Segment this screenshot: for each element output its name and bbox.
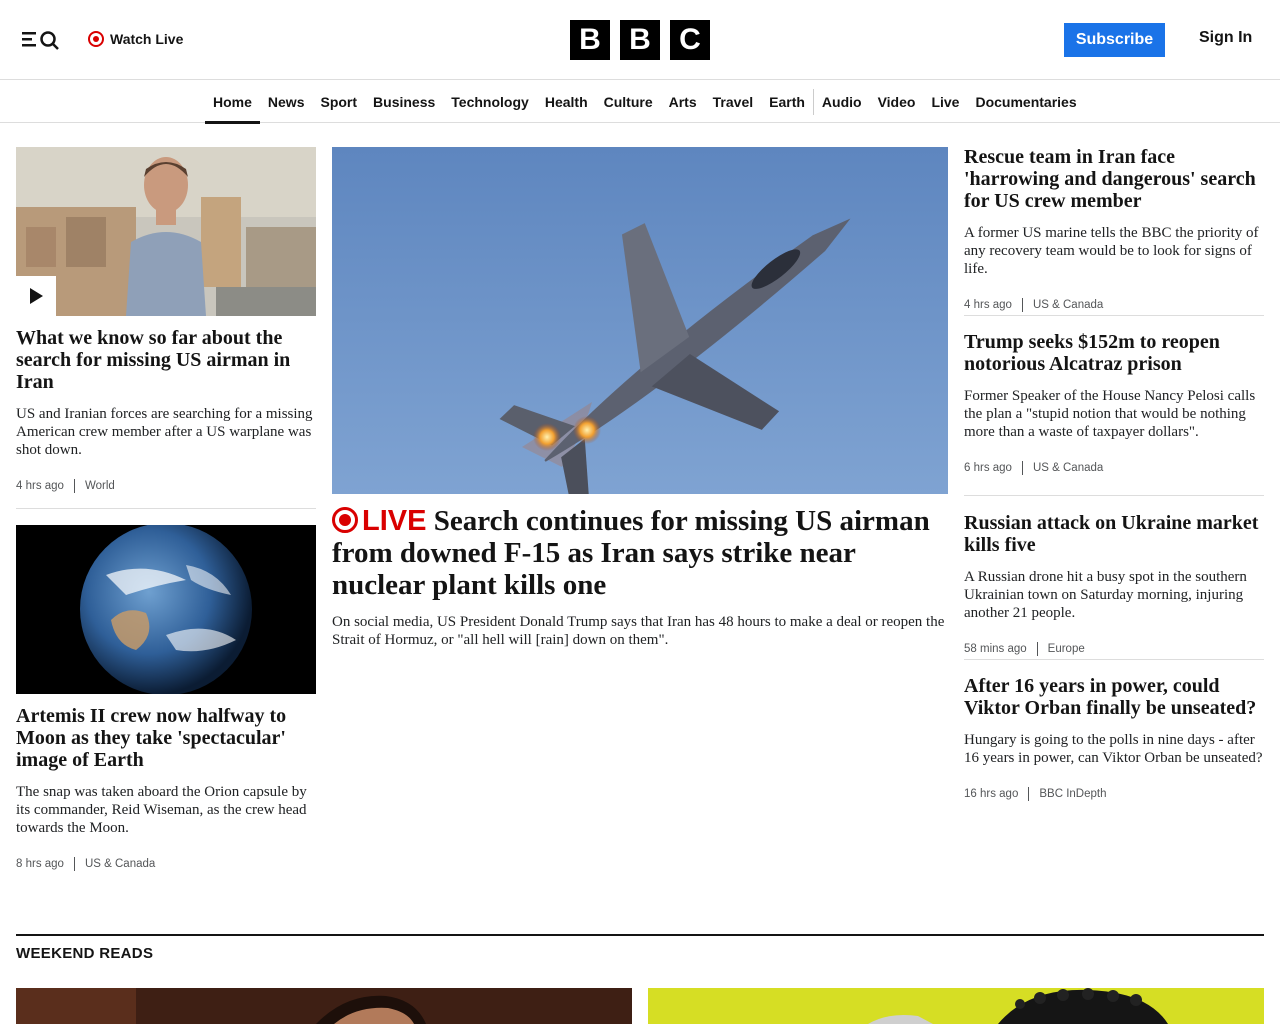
menu-search-button[interactable] [20, 26, 62, 52]
story-section[interactable]: US & Canada [1033, 462, 1103, 474]
meta-divider [73, 857, 75, 871]
section-rule [16, 934, 1264, 936]
hero-summary: On social media, US President Donald Tru… [332, 614, 945, 648]
section-title: WEEKEND READS [16, 945, 154, 962]
watch-live-label: Watch Live [110, 31, 184, 47]
story-section[interactable]: World [85, 480, 115, 492]
nav-item-home[interactable]: Home [205, 81, 260, 124]
story-divider [964, 495, 1264, 496]
nav-item-business[interactable]: Business [365, 81, 443, 123]
nav-item-news[interactable]: News [260, 81, 313, 123]
logo-letter: B [620, 20, 660, 60]
live-icon [332, 507, 358, 533]
story-divider [964, 659, 1264, 660]
meta-divider [1028, 787, 1030, 801]
story-time: 8 hrs ago [16, 858, 64, 870]
sign-in-button[interactable]: Sign In [1199, 29, 1252, 47]
meta-divider [1021, 298, 1023, 312]
story-meta: 16 hrs ago BBC InDepth [964, 787, 1264, 801]
nav-item-health[interactable]: Health [537, 81, 596, 123]
story-headline[interactable]: Artemis II crew now halfway to Moon as t… [16, 705, 316, 771]
story-meta: 4 hrs ago World [16, 479, 316, 493]
nav-item-audio[interactable]: Audio [814, 81, 870, 123]
story-time: 16 hrs ago [964, 788, 1019, 800]
story-card: After 16 years in power, could Viktor Or… [964, 675, 1264, 801]
bbc-logo[interactable]: B B C [570, 20, 710, 60]
story-summary: Former Speaker of the House Nancy Pelosi… [964, 388, 1256, 440]
nav-item-video[interactable]: Video [870, 81, 924, 123]
main-nav: Home News Sport Business Technology Heal… [0, 81, 1280, 124]
weekend-photo [16, 988, 632, 1024]
story-card: What we know so far about the search for… [16, 327, 316, 493]
story-card: Russian attack on Ukraine market kills f… [964, 512, 1264, 656]
nav-item-culture[interactable]: Culture [596, 81, 661, 123]
nav-item-arts[interactable]: Arts [661, 81, 705, 123]
story-section[interactable]: US & Canada [85, 858, 155, 870]
story-divider [964, 315, 1264, 316]
story-headline[interactable]: What we know so far about the search for… [16, 327, 316, 393]
nav-item-travel[interactable]: Travel [705, 81, 761, 123]
nav-item-earth[interactable]: Earth [761, 81, 813, 123]
story-headline[interactable]: Trump seeks $152m to reopen notorious Al… [964, 331, 1264, 375]
logo-letter: B [570, 20, 610, 60]
story-image-correspondent[interactable] [16, 147, 316, 316]
story-headline[interactable]: Russian attack on Ukraine market kills f… [964, 512, 1264, 556]
weekend-image-1[interactable] [16, 988, 632, 1024]
meta-divider [73, 479, 75, 493]
earth-photo [16, 525, 316, 694]
story-time: 4 hrs ago [16, 480, 64, 492]
story-card: Trump seeks $152m to reopen notorious Al… [964, 331, 1264, 475]
masthead: Watch Live B B C Subscribe Sign In [0, 0, 1280, 80]
story-meta: 4 hrs ago US & Canada [964, 298, 1264, 312]
meta-divider [1021, 461, 1023, 475]
live-label: LIVE [362, 505, 427, 537]
subscribe-button[interactable]: Subscribe [1064, 23, 1165, 57]
story-section[interactable]: US & Canada [1033, 299, 1103, 311]
story-card: Artemis II crew now halfway to Moon as t… [16, 705, 316, 871]
story-image-earth[interactable] [16, 525, 316, 694]
story-divider [16, 508, 316, 509]
nav-item-documentaries[interactable]: Documentaries [967, 81, 1084, 123]
story-summary: Hungary is going to the polls in nine da… [964, 732, 1263, 766]
menu-search-icon [22, 31, 59, 50]
meta-divider [1036, 642, 1038, 656]
story-summary: US and Iranian forces are searching for … [16, 406, 313, 458]
f15-jet-photo [332, 147, 948, 494]
story-time: 58 mins ago [964, 643, 1027, 655]
play-video-button[interactable] [16, 276, 56, 316]
nav-item-live[interactable]: Live [923, 81, 967, 123]
hero-headline[interactable]: LIVE Search continues for missing US air… [332, 505, 948, 601]
story-summary: The snap was taken aboard the Orion caps… [16, 784, 307, 836]
story-meta: 58 mins ago Europe [964, 642, 1264, 656]
weekend-photo [648, 988, 1264, 1024]
story-headline[interactable]: Rescue team in Iran face 'harrowing and … [964, 146, 1264, 212]
story-summary: A Russian drone hit a busy spot in the s… [964, 569, 1247, 621]
watch-live-link[interactable]: Watch Live [88, 29, 183, 49]
live-icon [88, 31, 104, 47]
story-summary: A former US marine tells the BBC the pri… [964, 225, 1259, 277]
story-headline[interactable]: After 16 years in power, could Viktor Or… [964, 675, 1264, 719]
play-icon [30, 288, 43, 304]
correspondent-photo [16, 147, 316, 316]
weekend-image-2[interactable] [648, 988, 1264, 1024]
story-section[interactable]: Europe [1048, 643, 1085, 655]
nav-item-sport[interactable]: Sport [312, 81, 365, 123]
story-card: Rescue team in Iran face 'harrowing and … [964, 146, 1264, 312]
story-section[interactable]: BBC InDepth [1039, 788, 1106, 800]
nav-item-technology[interactable]: Technology [443, 81, 537, 123]
hero-story: LIVE Search continues for missing US air… [332, 505, 948, 649]
story-meta: 8 hrs ago US & Canada [16, 857, 316, 871]
hero-image[interactable] [332, 147, 948, 494]
logo-letter: C [670, 20, 710, 60]
live-badge: LIVE [332, 505, 426, 537]
story-time: 6 hrs ago [964, 462, 1012, 474]
story-time: 4 hrs ago [964, 299, 1012, 311]
story-meta: 6 hrs ago US & Canada [964, 461, 1264, 475]
